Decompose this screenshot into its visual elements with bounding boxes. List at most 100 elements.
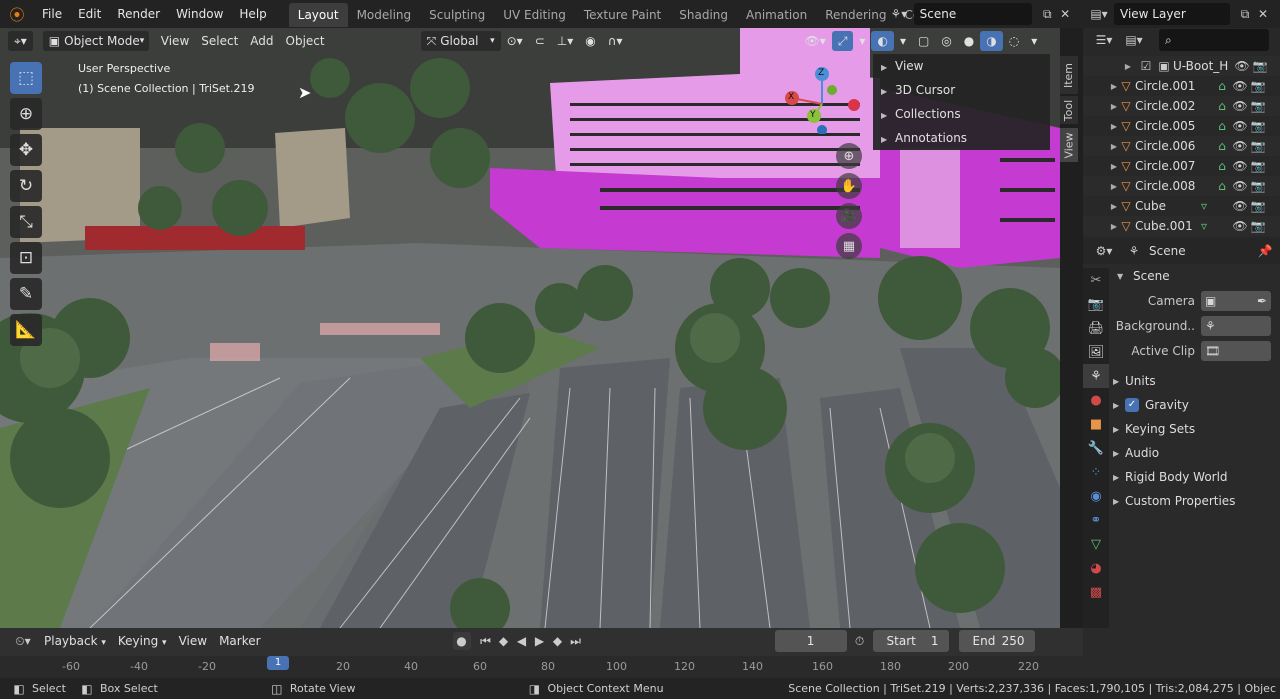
rendered-shading-icon[interactable]: ◌ (1003, 31, 1025, 51)
eye-icon[interactable]: 👁 (1231, 77, 1249, 95)
pin-icon[interactable]: 📌 (1256, 242, 1274, 260)
scene-name-field[interactable]: Scene (913, 3, 1033, 25)
eyedropper-icon[interactable]: ✒ (1257, 294, 1267, 308)
editor-type-icon[interactable]: ⌖▾ (8, 31, 33, 51)
clock-icon[interactable]: ⏱ (851, 632, 869, 650)
npanel-section-collections[interactable]: ▶ Collections (873, 102, 1050, 126)
camera-icon[interactable]: 📷 (1249, 157, 1267, 175)
tab-view[interactable]: View (1060, 128, 1078, 162)
blender-logo-icon[interactable]: ⦿ (0, 0, 34, 28)
overlay-dropdown-icon[interactable]: ▾ (894, 31, 912, 51)
menu-keying[interactable]: Keying ▾ (112, 631, 173, 651)
world-tab-icon[interactable]: ● (1083, 388, 1109, 412)
orientation-dropdown[interactable]: ⤧ Global ▾ (420, 31, 501, 51)
npanel-section-annotations[interactable]: ▶ Annotations (873, 126, 1050, 150)
outliner-row[interactable]: ▶ ☑ ▣ U-Boot_H 👁 📷 (1083, 56, 1280, 76)
menu-render[interactable]: Render (109, 0, 168, 28)
eye-icon[interactable]: 👁 (1231, 177, 1249, 195)
tab-sculpting[interactable]: Sculpting (420, 3, 494, 27)
material-shading-icon[interactable]: ◑ (980, 31, 1003, 51)
eye-icon[interactable]: 👁 (1231, 197, 1249, 215)
modifier-tab-icon[interactable]: 🔧 (1083, 436, 1109, 460)
expand-icon[interactable]: ▶ (1083, 122, 1117, 131)
record-icon[interactable]: ● (452, 632, 471, 650)
menu-select[interactable]: Select (195, 31, 244, 51)
outliner-search-input[interactable]: ⌕ (1159, 29, 1269, 51)
move-tool-icon[interactable]: ✥ (10, 134, 42, 166)
outliner-row[interactable]: ▶ ▽ Circle.002 ⌂ 👁 📷 (1083, 96, 1280, 116)
scene-tab-icon[interactable]: ⚘ (1083, 364, 1109, 388)
expand-icon[interactable]: ▶ (1083, 182, 1117, 191)
menu-marker[interactable]: Marker (213, 631, 266, 651)
tab-layout[interactable]: Layout (288, 3, 348, 27)
overlay-icon[interactable]: ◐ (871, 31, 894, 51)
expand-icon[interactable]: ▶ (1083, 162, 1117, 171)
scene-panel-header[interactable]: ▼ Scene (1117, 264, 1277, 288)
tab-texture-paint[interactable]: Texture Paint (575, 3, 670, 27)
expand-icon[interactable]: ▶ (1083, 142, 1117, 151)
camera-icon[interactable]: 📷 (1249, 137, 1267, 155)
keying-sets-section[interactable]: ▶ Keying Sets (1113, 417, 1277, 441)
npanel-section-view[interactable]: ▶ View (873, 54, 1050, 78)
camera-icon[interactable]: 📷 (1251, 57, 1269, 75)
eye-icon[interactable]: 👁 (1233, 57, 1251, 75)
snap-target-icon[interactable]: ⊥▾ (551, 31, 579, 51)
3d-viewport[interactable]: ⌖▾ ▣ Object Mode ▾ View Select Add Objec… (0, 28, 1060, 628)
measure-tool-icon[interactable]: 📐 (10, 314, 42, 346)
object-tab-icon[interactable]: ■ (1083, 412, 1109, 436)
outliner-row[interactable]: ▶ ▽ Circle.007 ⌂ 👁 📷 (1083, 156, 1280, 176)
transform-tool-icon[interactable]: ⊡ (10, 242, 42, 274)
camera-icon[interactable]: 📷 (1249, 217, 1267, 235)
outliner-row[interactable]: ▶ ▽ Cube.001 ▿ 👁 📷 (1083, 216, 1280, 236)
npanel-section-3d-cursor[interactable]: ▶ 3D Cursor (873, 78, 1050, 102)
display-mode-icon[interactable]: ▤▾ (1119, 31, 1149, 49)
outliner-row[interactable]: ▶ ▽ Circle.001 ⌂ 👁 📷 (1083, 76, 1280, 96)
outliner-row[interactable]: ▶ ▽ Circle.005 ⌂ 👁 📷 (1083, 116, 1280, 136)
gravity-checkbox[interactable]: ✓ (1125, 398, 1139, 412)
playhead[interactable]: 1 (267, 656, 289, 670)
visibility-icon[interactable]: 👁▾ (799, 31, 832, 51)
menu-file[interactable]: File (34, 0, 70, 28)
camera-icon[interactable]: 📷 (1249, 77, 1267, 95)
tab-animation[interactable]: Animation (737, 3, 816, 27)
start-frame-field[interactable]: Start 1 (872, 630, 949, 652)
tab-modeling[interactable]: Modeling (348, 3, 421, 27)
eye-icon[interactable]: 👁 (1231, 137, 1249, 155)
tool-tab-icon[interactable]: ✂ (1083, 268, 1109, 292)
snap-icon[interactable]: ⊂ (529, 31, 551, 51)
menu-object[interactable]: Object (280, 31, 331, 51)
view-layer-icon[interactable]: ▤▾ (1084, 5, 1114, 23)
tab-shading[interactable]: Shading (670, 3, 737, 27)
rotate-tool-icon[interactable]: ↻ (10, 170, 42, 202)
scene-icon[interactable]: ⚘▾ (884, 5, 914, 23)
gravity-section[interactable]: ▶ ✓ Gravity (1113, 393, 1277, 417)
close-view-layer-icon[interactable]: ✕ (1254, 5, 1272, 23)
camera-icon[interactable]: 📷 (1249, 97, 1267, 115)
menu-edit[interactable]: Edit (70, 0, 109, 28)
menu-add[interactable]: Add (244, 31, 279, 51)
ortho-grid-icon[interactable]: ▦ (836, 233, 862, 259)
copy-scene-icon[interactable]: ⧉ (1038, 5, 1056, 23)
view-layer-field[interactable]: View Layer (1114, 3, 1230, 25)
data-tab-icon[interactable]: ▽ (1083, 532, 1109, 556)
expand-icon[interactable]: ▶ (1083, 62, 1131, 71)
menu-playback[interactable]: Playback ▾ (38, 631, 112, 651)
prev-keyframe-icon[interactable]: ◆ (495, 632, 513, 650)
zoom-icon[interactable]: ⊕ (836, 143, 862, 169)
rigid-body-world-section[interactable]: ▶ Rigid Body World (1113, 465, 1277, 489)
menu-help[interactable]: Help (231, 0, 274, 28)
expand-icon[interactable]: ▶ (1083, 222, 1117, 231)
menu-view[interactable]: View (173, 631, 213, 651)
end-frame-field[interactable]: End 250 (958, 630, 1035, 652)
current-frame-field[interactable]: 1 (774, 630, 847, 652)
copy-view-layer-icon[interactable]: ⧉ (1236, 5, 1254, 23)
shading-dropdown-icon[interactable]: ▾ (1025, 31, 1043, 51)
texture-tab-icon[interactable]: ▩ (1083, 580, 1109, 604)
jump-start-icon[interactable]: ⏮ (477, 632, 495, 650)
wireframe-shading-icon[interactable]: ◎ (935, 31, 957, 51)
properties-editor-icon[interactable]: ⚙▾ (1089, 242, 1119, 260)
render-tab-icon[interactable]: 📷 (1083, 292, 1109, 316)
eye-icon[interactable]: 👁 (1231, 217, 1249, 235)
camera-field[interactable]: ▣ ✒ (1201, 290, 1271, 311)
tab-uv-editing[interactable]: UV Editing (494, 3, 575, 27)
